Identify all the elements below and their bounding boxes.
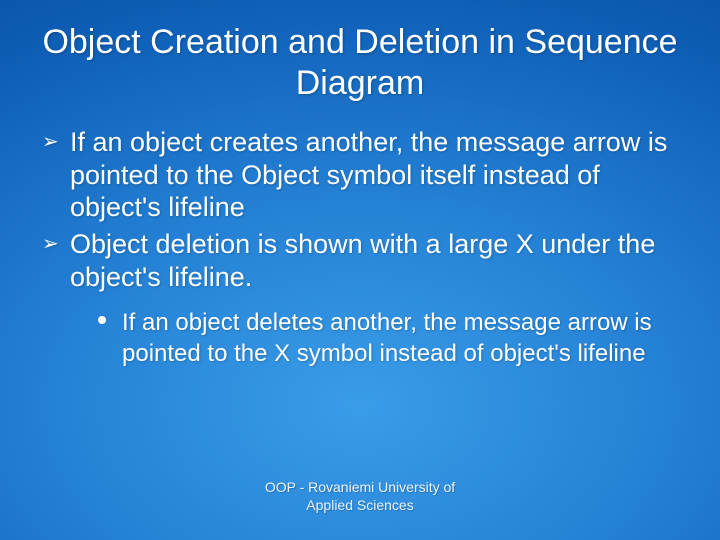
- sub-bullet-item-1: If an object deletes another, the messag…: [98, 308, 678, 369]
- bullet-item-1: ➢ If an object creates another, the mess…: [42, 126, 678, 225]
- bullet-text: If an object creates another, the messag…: [70, 127, 667, 223]
- bullet-item-2: ➢ Object deletion is shown with a large …: [42, 228, 678, 294]
- arrow-bullet-icon: ➢: [42, 130, 59, 154]
- footer-line-1: OOP - Rovaniemi University of: [40, 479, 680, 497]
- footer-line-2: Applied Sciences: [40, 497, 680, 515]
- bullet-text: Object deletion is shown with a large X …: [70, 229, 655, 292]
- sub-bullet-text: If an object deletes another, the messag…: [122, 309, 652, 367]
- sub-bullet-group: If an object deletes another, the messag…: [42, 308, 678, 369]
- arrow-bullet-icon: ➢: [42, 232, 59, 256]
- slide: Object Creation and Deletion in Sequence…: [0, 0, 720, 540]
- slide-footer: OOP - Rovaniemi University of Applied Sc…: [40, 479, 680, 520]
- dot-bullet-icon: [98, 316, 106, 324]
- slide-title: Object Creation and Deletion in Sequence…: [40, 22, 680, 104]
- slide-body: ➢ If an object creates another, the mess…: [40, 126, 680, 479]
